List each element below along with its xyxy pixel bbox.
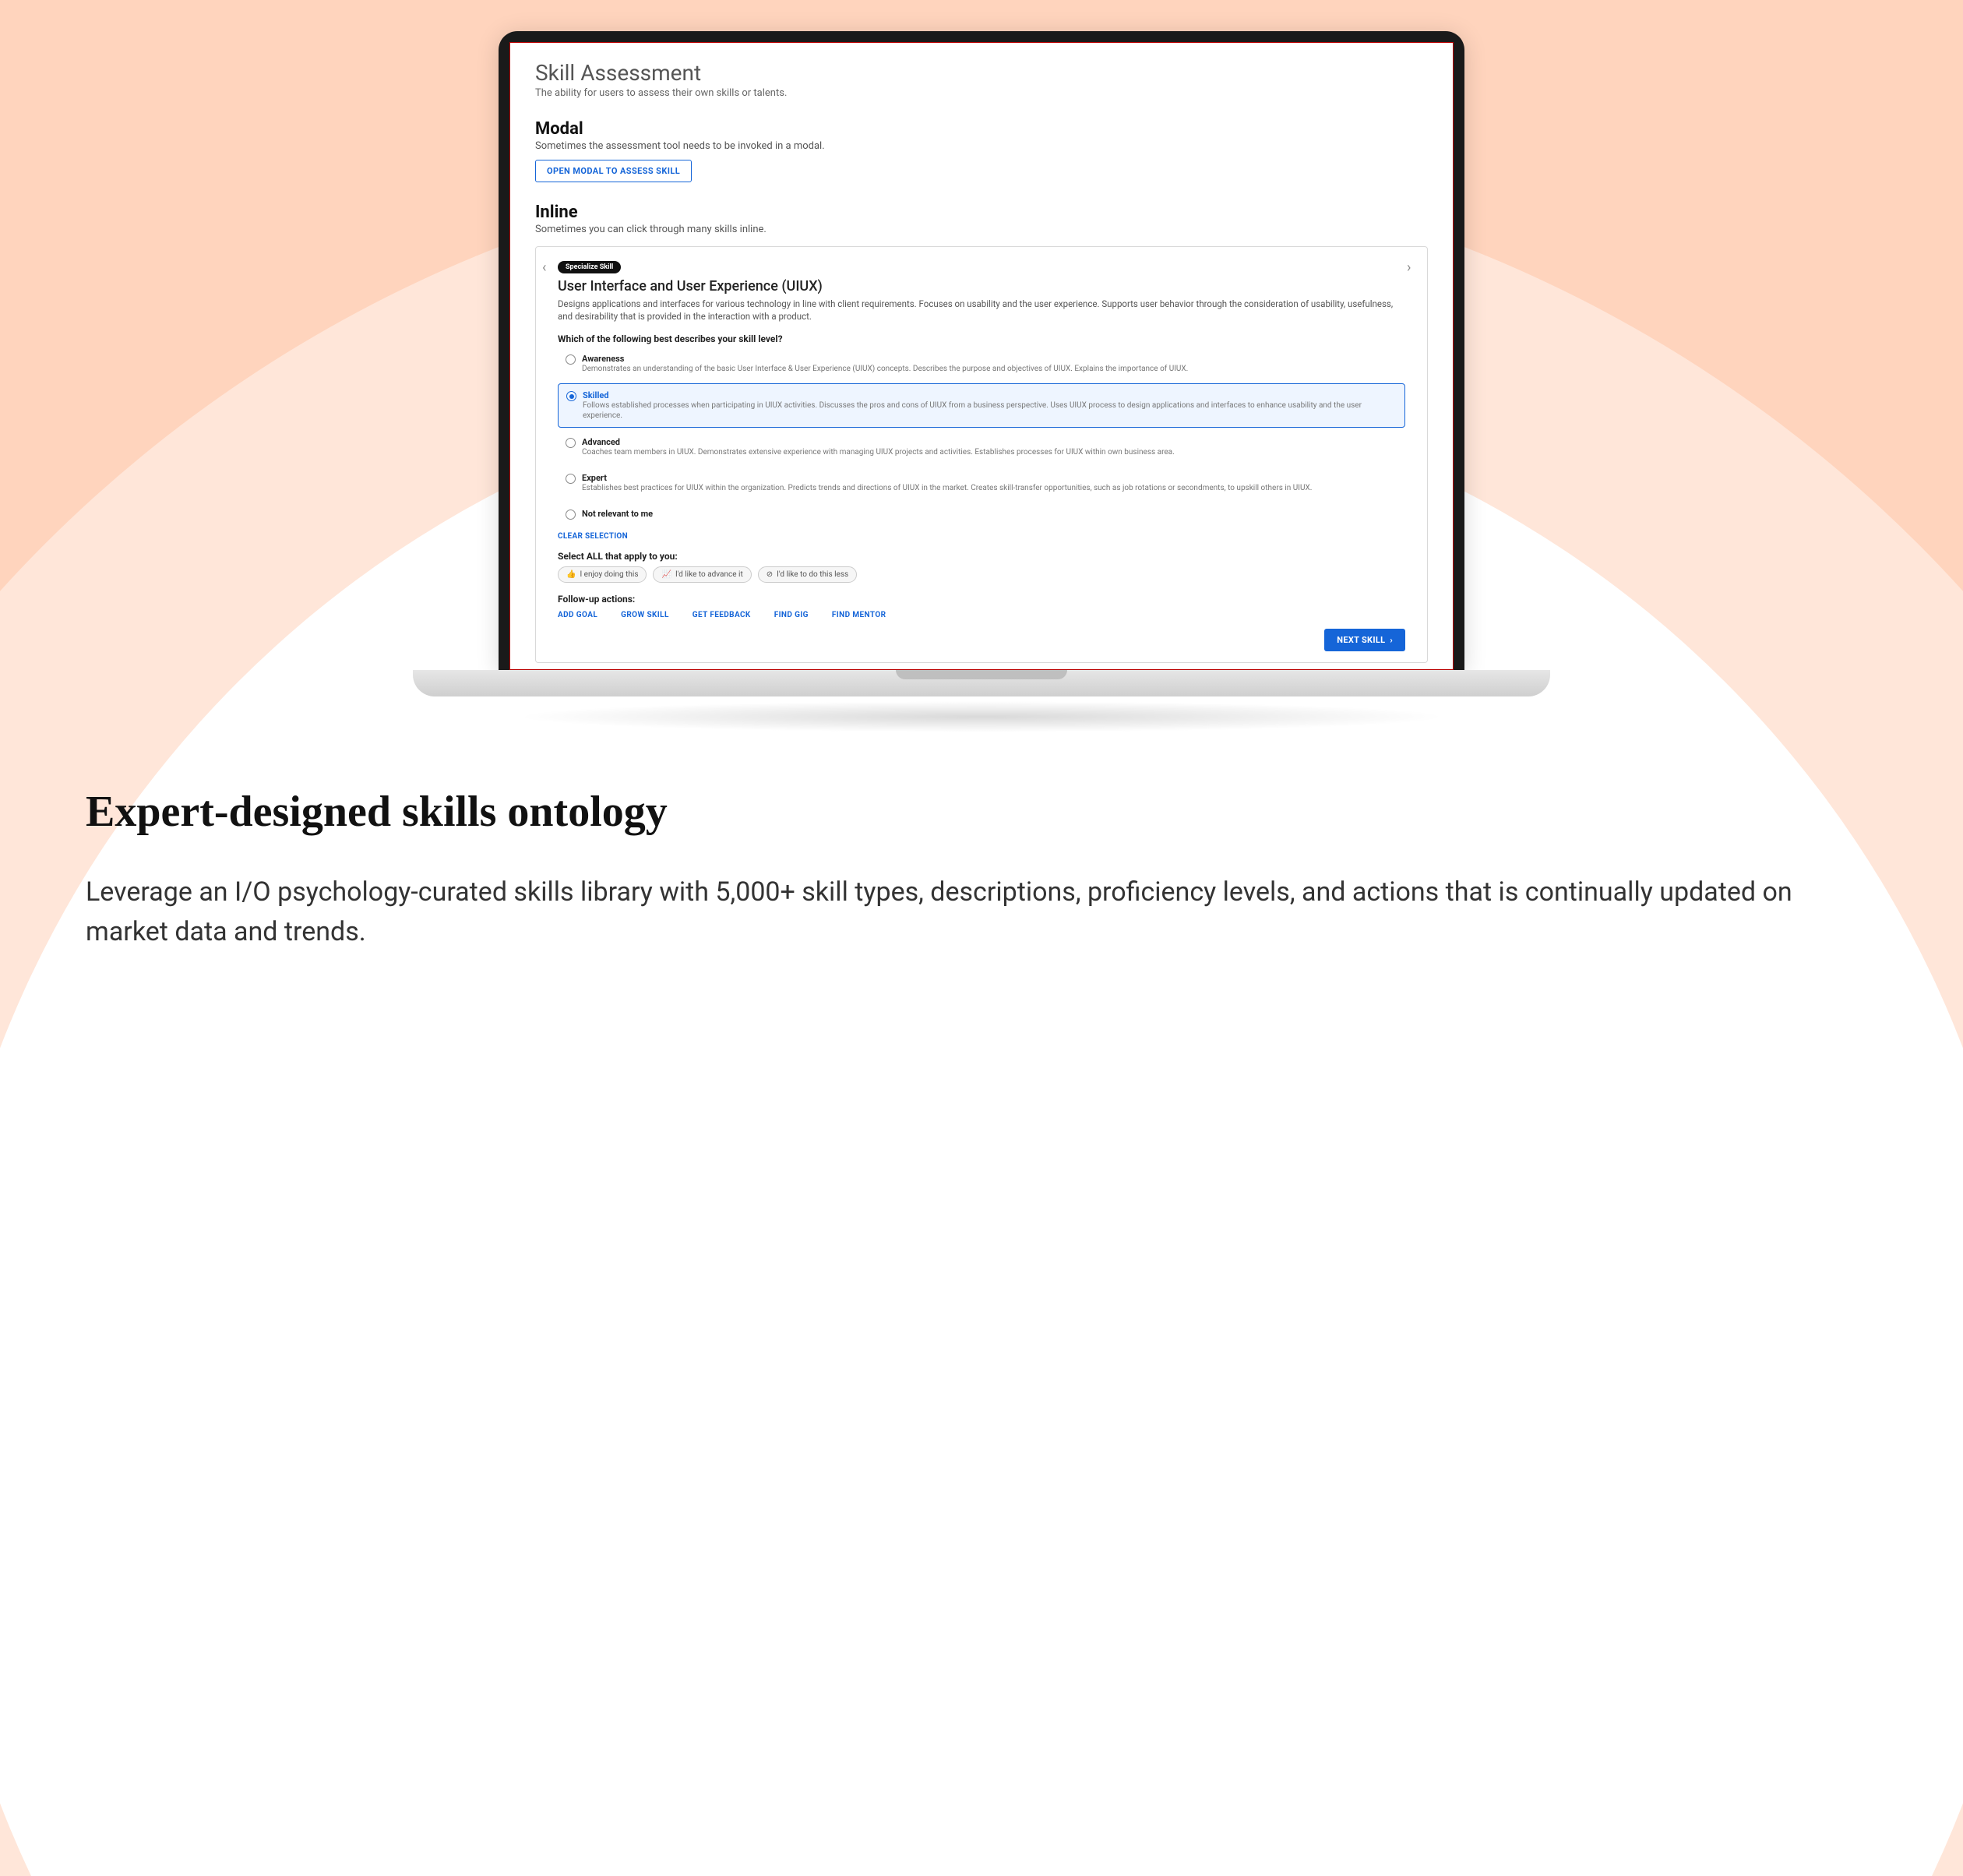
next-skill-chevron-icon[interactable]: ›: [1407, 261, 1421, 275]
option-label: Skilled: [583, 390, 1397, 400]
chip-label: I'd like to advance it: [675, 570, 743, 579]
skill-card: ‹ › Specialize Skill User Interface and …: [535, 246, 1428, 663]
thumbs-up-icon: 👍: [566, 570, 576, 579]
skill-badge: Specialize Skill: [558, 261, 621, 273]
chip-label: I enjoy doing this: [580, 570, 638, 579]
option-expert[interactable]: Expert Establishes best practices for UI…: [558, 467, 1405, 499]
chip-label: I'd like to do this less: [777, 570, 848, 579]
inline-desc: Sometimes you can click through many ski…: [535, 224, 1428, 235]
advance-icon: 📈: [661, 570, 671, 579]
option-desc: Demonstrates an understanding of the bas…: [582, 364, 1188, 374]
option-desc: Follows established processes when parti…: [583, 400, 1397, 421]
option-skilled[interactable]: Skilled Follows established processes wh…: [558, 383, 1405, 428]
page-body: Leverage an I/O psychology-curated skill…: [86, 873, 1877, 952]
action-find-mentor[interactable]: FIND MENTOR: [832, 611, 886, 619]
app-subtitle: The ability for users to assess their ow…: [535, 87, 1428, 99]
apply-all-label: Select ALL that apply to you:: [558, 551, 1405, 562]
open-modal-button[interactable]: OPEN MODAL TO ASSESS SKILL: [535, 160, 692, 182]
action-get-feedback[interactable]: GET FEEDBACK: [693, 611, 751, 619]
laptop-shadow: [514, 701, 1449, 732]
action-find-gig[interactable]: FIND GIG: [774, 611, 809, 619]
option-awareness[interactable]: Awareness Demonstrates an understanding …: [558, 347, 1405, 380]
option-label: Advanced: [582, 437, 1175, 447]
laptop-bezel: Skill Assessment The ability for users t…: [499, 31, 1464, 670]
option-advanced[interactable]: Advanced Coaches team members in UIUX. D…: [558, 431, 1405, 464]
option-desc: Establishes best practices for UIUX with…: [582, 483, 1312, 493]
radio-icon: [566, 354, 576, 365]
inline-heading: Inline: [535, 203, 1428, 222]
radio-icon: [566, 474, 576, 484]
laptop-screen: Skill Assessment The ability for users t…: [509, 42, 1454, 670]
laptop-base: [413, 670, 1550, 696]
radio-icon: [566, 391, 576, 401]
laptop-notch: [896, 670, 1067, 679]
prev-skill-chevron-icon[interactable]: ‹: [542, 261, 556, 275]
laptop-mockup: Skill Assessment The ability for users t…: [471, 31, 1492, 732]
chevron-right-icon: ›: [1390, 635, 1393, 645]
less-icon: ⊘: [767, 570, 773, 579]
modal-desc: Sometimes the assessment tool needs to b…: [535, 140, 1428, 152]
followup-label: Follow-up actions:: [558, 594, 1405, 605]
page-headline: Expert-designed skills ontology: [86, 787, 668, 837]
skill-title: User Interface and User Experience (UIUX…: [558, 278, 1405, 294]
skill-description: Designs applications and interfaces for …: [558, 298, 1405, 323]
skill-level-question: Which of the following best describes yo…: [558, 333, 1405, 344]
radio-icon: [566, 510, 576, 520]
app-title: Skill Assessment: [535, 60, 1428, 86]
option-desc: Coaches team members in UIUX. Demonstrat…: [582, 447, 1175, 457]
next-skill-button[interactable]: NEXT SKILL ›: [1324, 629, 1405, 651]
clear-selection-link[interactable]: CLEAR SELECTION: [558, 532, 628, 541]
action-grow-skill[interactable]: GROW SKILL: [621, 611, 669, 619]
radio-icon: [566, 438, 576, 448]
option-label: Not relevant to me: [582, 509, 653, 519]
action-add-goal[interactable]: ADD GOAL: [558, 611, 597, 619]
next-skill-label: NEXT SKILL: [1337, 635, 1385, 645]
chip-enjoy[interactable]: 👍 I enjoy doing this: [558, 566, 647, 583]
option-label: Expert: [582, 473, 1312, 483]
option-label: Awareness: [582, 354, 1188, 364]
chip-less[interactable]: ⊘ I'd like to do this less: [758, 566, 857, 583]
chip-advance[interactable]: 📈 I'd like to advance it: [653, 566, 751, 583]
modal-heading: Modal: [535, 119, 1428, 139]
option-not-relevant[interactable]: Not relevant to me: [558, 503, 1405, 526]
